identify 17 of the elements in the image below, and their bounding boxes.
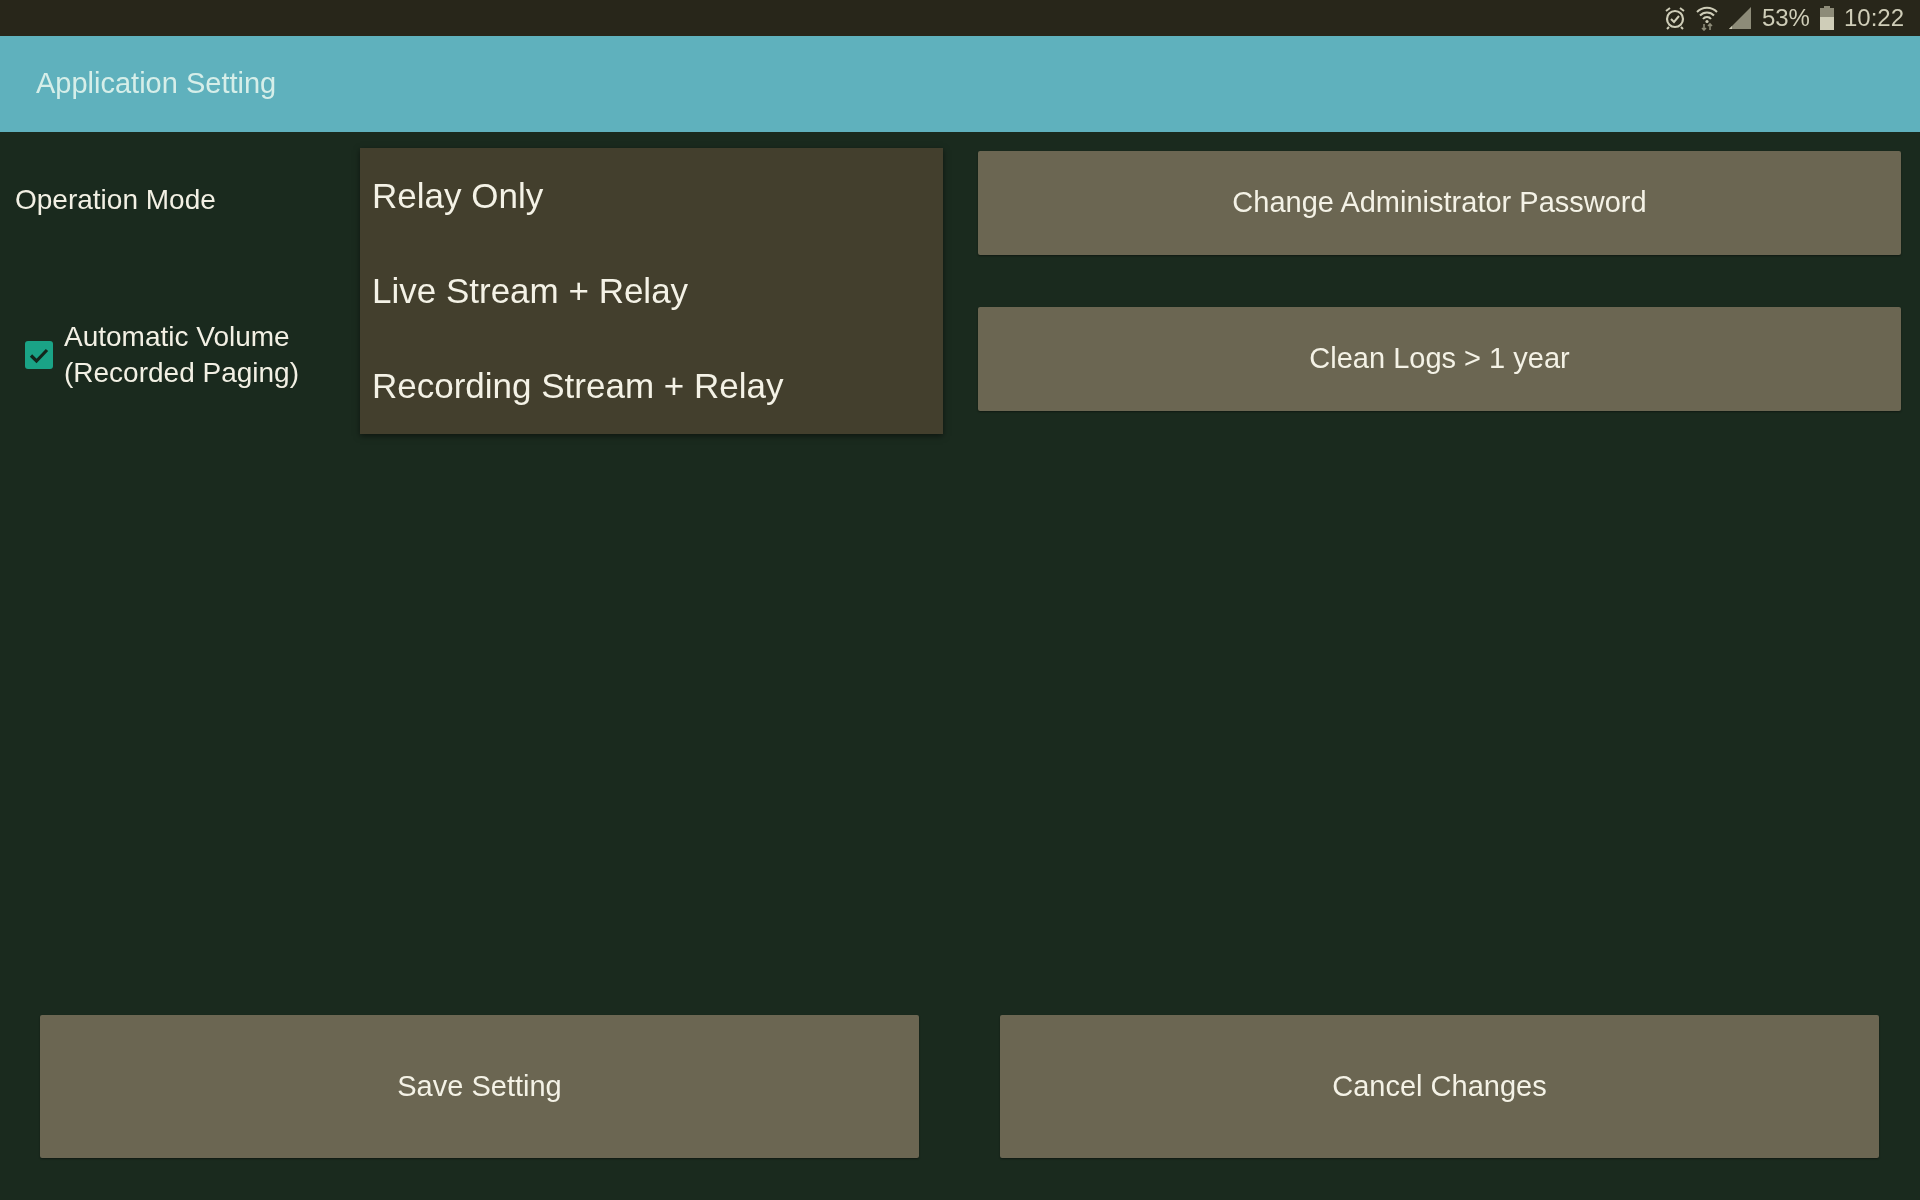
action-button[interactable]: Change Administrator Password: [978, 151, 1901, 255]
field-label: Operation Mode: [15, 183, 216, 217]
battery-percent: 53%: [1761, 3, 1810, 33]
footer-button[interactable]: Cancel Changes: [1000, 1015, 1879, 1158]
menu-item[interactable]: Recording Stream + Relay: [360, 353, 943, 420]
checkbox[interactable]: [25, 341, 53, 369]
signal-icon: [1727, 6, 1752, 30]
alarm-clock-icon: [1663, 6, 1686, 30]
action-button[interactable]: Clean Logs > 1 year: [978, 307, 1901, 411]
battery-icon: [1819, 6, 1834, 30]
checkbox-label: Automatic Volume (Recorded Paging): [64, 320, 301, 390]
app-title: Application Setting: [36, 66, 277, 102]
menu-item[interactable]: Relay Only: [360, 162, 943, 229]
footer-button[interactable]: Save Setting: [40, 1015, 919, 1158]
menu-item[interactable]: Live Stream + Relay: [360, 258, 943, 324]
wifi-icon: [1695, 5, 1718, 31]
clock-time: 10:22: [1843, 3, 1904, 33]
